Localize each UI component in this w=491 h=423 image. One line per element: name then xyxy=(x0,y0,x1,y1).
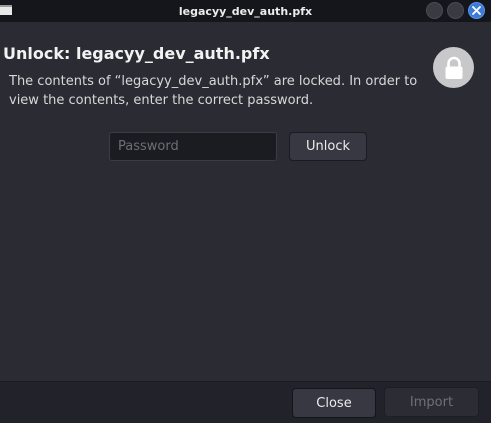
dialog-description: The contents of “legacyy_dev_auth.pfx” a… xyxy=(9,74,418,108)
window-controls xyxy=(426,2,485,19)
minimize-button[interactable] xyxy=(426,2,443,19)
maximize-button[interactable] xyxy=(447,2,464,19)
window-title: legacyy_dev_auth.pfx xyxy=(178,4,313,18)
close-button[interactable]: Close xyxy=(292,388,376,418)
title-bar[interactable]: legacyy_dev_auth.pfx xyxy=(0,0,491,22)
password-input[interactable] xyxy=(109,132,277,161)
import-button[interactable]: Import xyxy=(384,387,479,417)
unlock-button[interactable]: Unlock xyxy=(289,132,367,161)
dialog-heading: Unlock: legacyy_dev_auth.pfx xyxy=(3,44,270,63)
padlock-icon xyxy=(433,47,474,88)
window-close-button[interactable] xyxy=(468,2,485,19)
unlock-dialog-window: legacyy_dev_auth.pfx Unlock: legacyy_dev… xyxy=(0,0,491,423)
close-icon xyxy=(472,6,481,15)
window-icon xyxy=(0,5,12,15)
